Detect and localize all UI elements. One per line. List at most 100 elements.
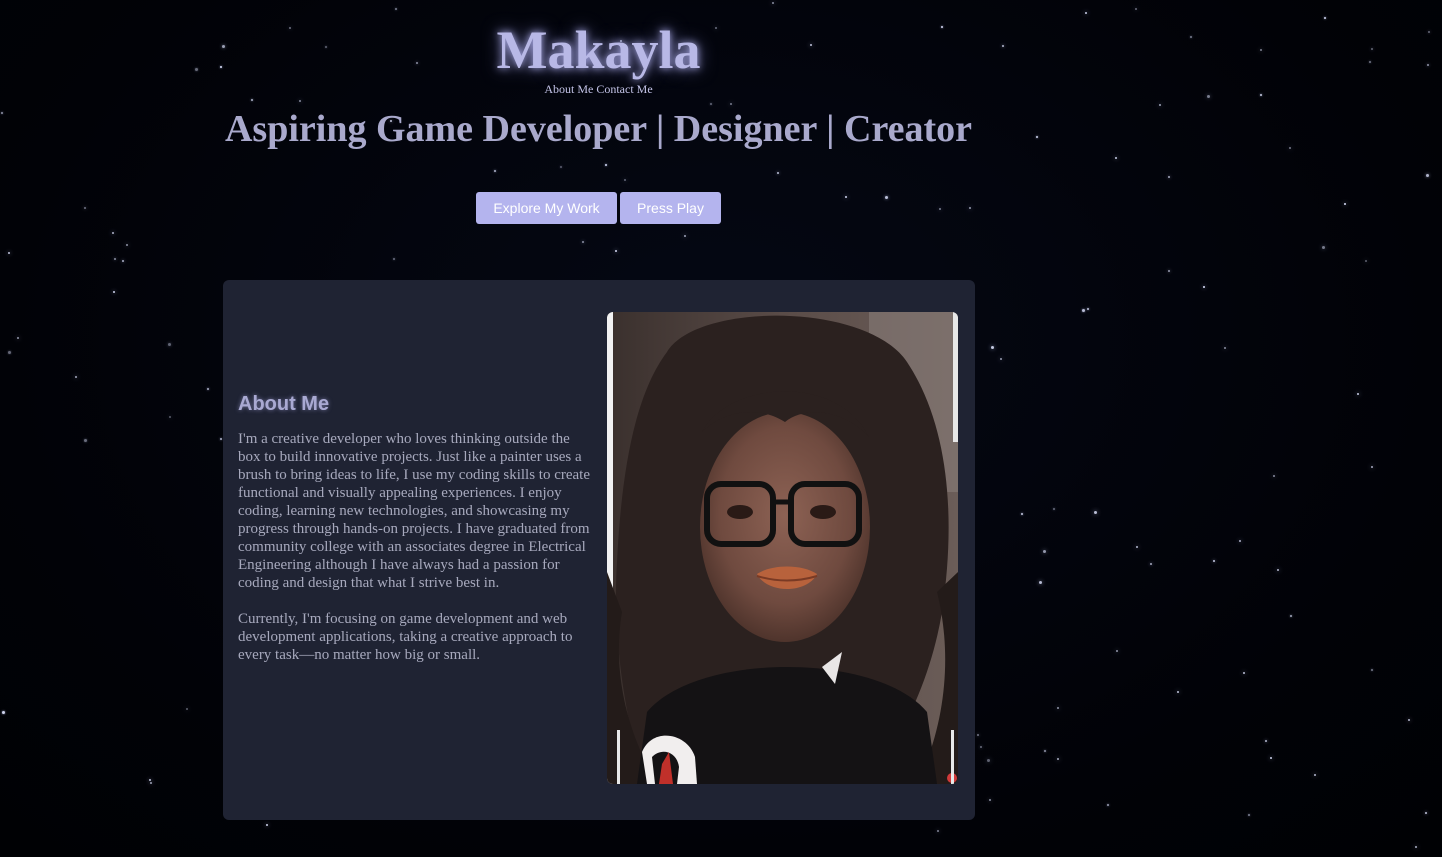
star xyxy=(1239,540,1241,542)
about-section: About Me I'm a creative developer who lo… xyxy=(223,280,975,820)
nav-link-contact[interactable]: Contact Me xyxy=(596,82,652,96)
star xyxy=(8,252,10,254)
star xyxy=(299,100,301,102)
star xyxy=(1289,147,1291,149)
star xyxy=(186,708,188,710)
star xyxy=(1277,569,1279,571)
star xyxy=(1039,581,1042,584)
star xyxy=(977,734,979,736)
star xyxy=(582,241,584,243)
star xyxy=(560,166,562,168)
star xyxy=(1116,650,1118,652)
star xyxy=(989,799,991,801)
explore-work-button[interactable]: Explore My Work xyxy=(476,192,617,224)
star xyxy=(251,99,253,101)
star xyxy=(113,291,115,293)
page: Makayla About Me Contact Me Aspiring Gam… xyxy=(0,0,1442,857)
star xyxy=(1115,157,1117,159)
star xyxy=(17,337,19,339)
star xyxy=(1369,61,1371,63)
star xyxy=(1427,64,1429,66)
star xyxy=(1044,750,1046,752)
star xyxy=(1168,270,1170,272)
star xyxy=(1273,475,1275,477)
star xyxy=(1094,511,1097,514)
star xyxy=(1270,757,1272,759)
star xyxy=(1168,176,1170,178)
star xyxy=(1371,669,1373,671)
star xyxy=(2,711,5,714)
star xyxy=(84,207,86,209)
star xyxy=(1290,615,1292,617)
star xyxy=(1203,286,1205,288)
star xyxy=(1150,563,1152,565)
star xyxy=(777,172,779,174)
star xyxy=(1057,707,1059,709)
star xyxy=(1344,203,1346,205)
star xyxy=(1177,691,1179,693)
star xyxy=(1314,774,1316,776)
star xyxy=(112,232,114,234)
star xyxy=(1021,513,1023,515)
star xyxy=(1136,546,1138,548)
star xyxy=(207,388,209,390)
star xyxy=(845,196,847,198)
star xyxy=(1357,393,1359,395)
star xyxy=(75,376,77,378)
star xyxy=(980,746,982,748)
star xyxy=(1053,508,1055,510)
star xyxy=(885,196,888,199)
star xyxy=(1243,672,1245,674)
star xyxy=(8,351,11,354)
about-heading: About Me xyxy=(238,393,330,415)
portrait-illustration xyxy=(607,312,958,784)
star xyxy=(1248,814,1250,816)
star xyxy=(1408,719,1410,721)
star xyxy=(494,170,496,172)
star xyxy=(150,782,152,784)
star xyxy=(987,759,990,762)
star xyxy=(1107,804,1109,806)
star xyxy=(168,343,171,346)
star xyxy=(1428,31,1430,33)
star xyxy=(1365,260,1367,262)
star xyxy=(114,258,116,260)
star xyxy=(149,779,151,781)
nav-link-about[interactable]: About Me xyxy=(544,82,593,96)
star xyxy=(1213,560,1215,562)
press-play-button[interactable]: Press Play xyxy=(620,192,721,224)
top-nav: About Me Contact Me xyxy=(0,81,1197,97)
star xyxy=(939,208,941,210)
portrait-photo xyxy=(607,312,958,784)
about-paragraph-2: Currently, I'm focusing on game developm… xyxy=(238,611,573,663)
star xyxy=(1322,246,1325,249)
star xyxy=(1425,812,1427,814)
star xyxy=(624,179,626,181)
about-paragraph-1: I'm a creative developer who loves think… xyxy=(238,431,591,591)
star xyxy=(126,244,128,246)
star xyxy=(1082,309,1085,312)
star xyxy=(220,438,222,440)
star xyxy=(1371,466,1373,468)
star xyxy=(1057,758,1059,760)
star xyxy=(1087,308,1089,310)
star xyxy=(395,8,397,10)
star xyxy=(1085,12,1087,14)
star xyxy=(1324,17,1326,19)
star xyxy=(1426,174,1429,177)
star xyxy=(1415,846,1417,848)
star xyxy=(615,250,617,252)
star xyxy=(84,439,87,442)
hero-tagline: Aspiring Game Developer | Designer | Cre… xyxy=(224,108,973,150)
star xyxy=(266,824,268,826)
star xyxy=(1224,347,1226,349)
star xyxy=(122,260,124,262)
star xyxy=(1135,8,1137,10)
star xyxy=(772,2,774,4)
star xyxy=(169,416,171,418)
site-logo-title[interactable]: Makayla xyxy=(0,18,1197,82)
star xyxy=(684,235,686,237)
star xyxy=(605,164,607,166)
star xyxy=(937,830,939,832)
star xyxy=(1000,358,1002,360)
